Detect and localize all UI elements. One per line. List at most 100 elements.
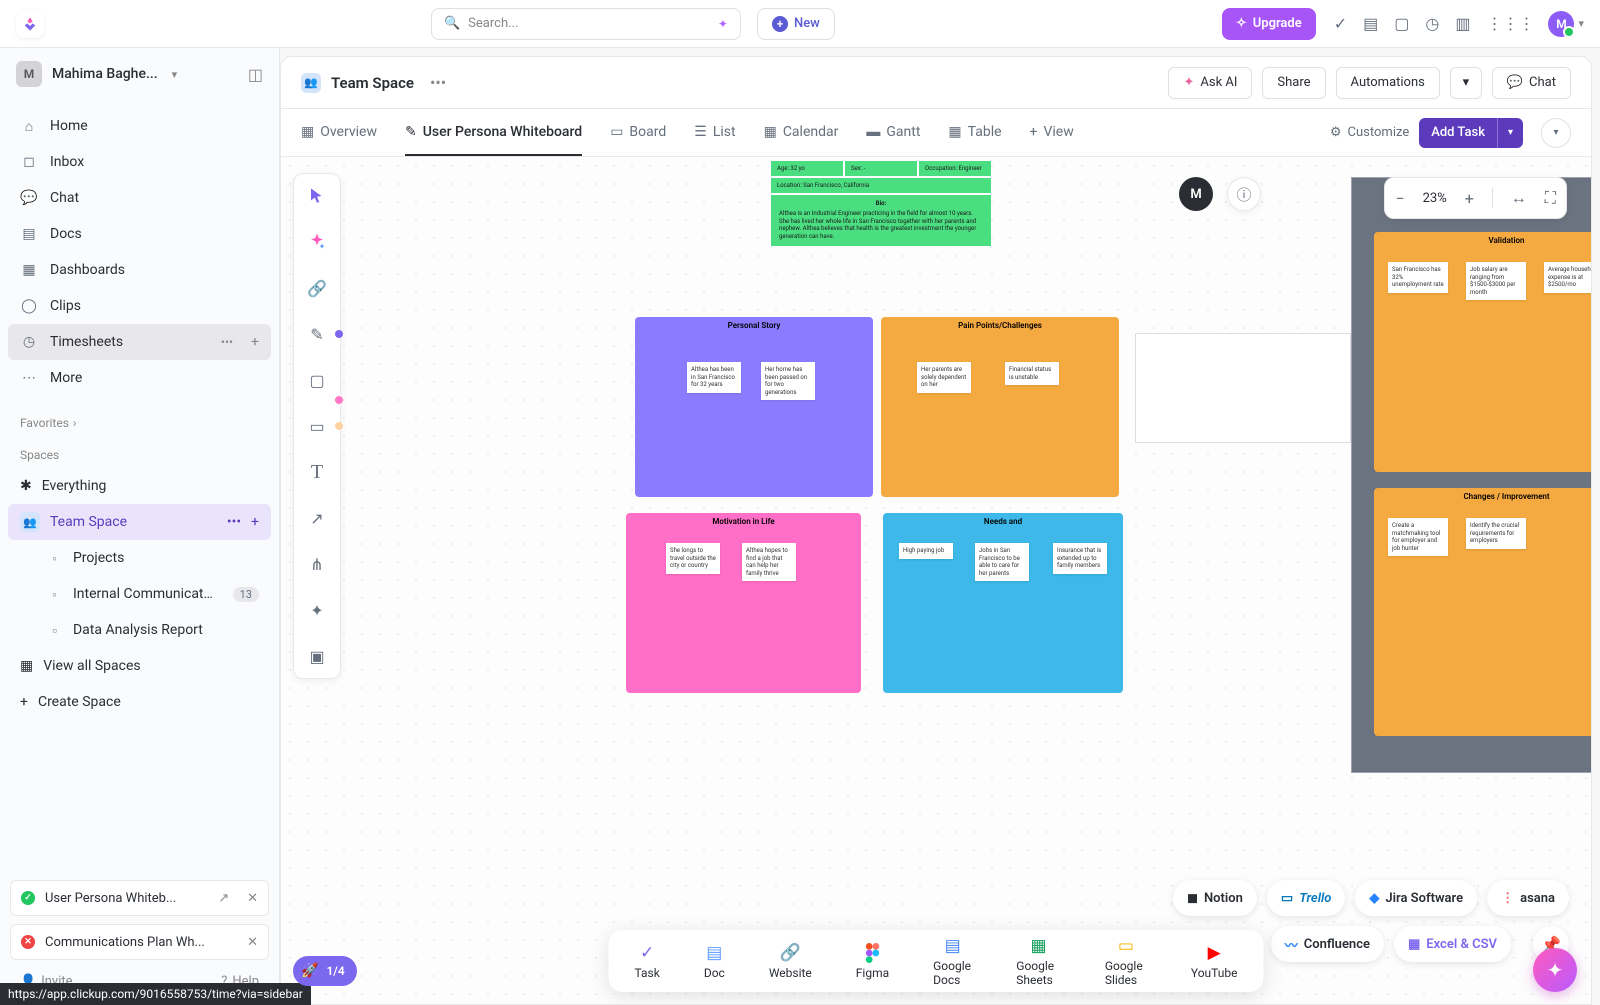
customize-button[interactable]: ⚙Customize <box>1330 125 1409 140</box>
app-logo[interactable] <box>16 10 44 38</box>
effects-tool[interactable]: ✦ <box>305 598 329 622</box>
check-circle-icon[interactable]: ✓ <box>1334 14 1347 33</box>
bio-card[interactable]: Age: 32 yo Sex: - Occupation: Engineer L… <box>771 161 991 246</box>
nav-home[interactable]: ⌂Home <box>8 108 271 144</box>
sticky-note[interactable]: Her home has been passed on for two gene… <box>761 362 815 400</box>
tab-list[interactable]: ☰List <box>694 109 735 156</box>
new-button[interactable]: + New <box>757 8 835 40</box>
sticky-note[interactable]: Jobs in San Francisco to be able to care… <box>975 543 1029 581</box>
sidebar-everything[interactable]: ✱Everything <box>8 468 271 504</box>
user-avatar[interactable]: M <box>1548 11 1574 37</box>
add-task-dropdown[interactable]: ▾ <box>1497 118 1523 148</box>
dock-task[interactable]: ✓Task <box>635 943 660 980</box>
text-tool[interactable]: T <box>305 460 329 484</box>
more-icon[interactable]: ••• <box>430 73 446 92</box>
zoom-out-button[interactable]: − <box>1395 189 1404 208</box>
diagram-tool[interactable]: ⋔ <box>305 552 329 576</box>
recent-whiteboard-1[interactable]: ✓ User Persona Whiteb... ↗ ✕ <box>10 880 269 916</box>
nav-chat[interactable]: 💬Chat <box>8 180 271 216</box>
sticky-note[interactable]: Her parents are solely dependent on her <box>917 362 971 393</box>
collapse-sidebar-icon[interactable]: ◫ <box>248 65 263 84</box>
clipboard-icon[interactable]: ▤ <box>1363 14 1378 33</box>
more-icon[interactable]: ••• <box>221 335 233 349</box>
cursor-tool[interactable] <box>305 184 329 208</box>
onboarding-pill[interactable]: 🚀 1/4 <box>293 956 357 986</box>
video-icon[interactable]: ▢ <box>1394 14 1409 33</box>
ask-ai-button[interactable]: ✦Ask AI <box>1168 67 1252 99</box>
frame-pain-points[interactable]: Pain Points/Challenges Her parents are s… <box>881 317 1119 497</box>
fab-button[interactable]: ✦ <box>1533 948 1577 992</box>
dock-youtube[interactable]: ▶YouTube <box>1191 943 1238 980</box>
upgrade-button[interactable]: ✧ Upgrade <box>1222 8 1316 40</box>
sticky-note[interactable]: Financial status is unstable <box>1005 362 1059 385</box>
workspace-switcher[interactable]: M Mahima Baghe... ▾ ◫ <box>0 48 279 100</box>
dock-website[interactable]: 🔗Website <box>769 943 812 980</box>
sidebar-internal-comm[interactable]: ◦Internal Communicati...13 <box>8 576 271 612</box>
sticky-note[interactable]: Identify the crucial requirements for em… <box>1466 518 1526 549</box>
share-button[interactable]: Share <box>1262 67 1325 99</box>
shape-tool[interactable]: ▢ <box>305 368 329 392</box>
notepad-icon[interactable]: ▥ <box>1455 14 1470 33</box>
integration-confluence[interactable]: 〰Confluence <box>1271 926 1384 962</box>
nav-docs[interactable]: ▤Docs <box>8 216 271 252</box>
ai-tool[interactable] <box>305 230 329 254</box>
dock-gsheets[interactable]: ▦Google Sheets <box>1016 936 1061 987</box>
integration-asana[interactable]: ⋮asana <box>1487 880 1569 916</box>
integration-excel[interactable]: ▦Excel & CSV <box>1394 926 1511 962</box>
sidebar-projects[interactable]: ◦Projects <box>8 540 271 576</box>
nav-clips[interactable]: ◯Clips <box>8 288 271 324</box>
tab-whiteboard[interactable]: ✎User Persona Whiteboard <box>405 109 582 156</box>
sidebar-create-space[interactable]: +Create Space <box>8 684 271 720</box>
fullscreen-button[interactable]: ⛶ <box>1545 188 1556 208</box>
sidebar-view-all[interactable]: ▦View all Spaces <box>8 648 271 684</box>
sticky-note[interactable]: High paying job <box>899 543 953 559</box>
sticky-note[interactable]: She longs to travel outside the city or … <box>666 543 720 574</box>
more-button[interactable]: ▾ <box>1541 118 1571 148</box>
integration-notion[interactable]: ◼Notion <box>1173 880 1257 916</box>
dock-gslides[interactable]: ▭Google Slides <box>1105 936 1147 987</box>
link-tool[interactable]: 🔗 <box>305 276 329 300</box>
automations-button[interactable]: Automations <box>1336 67 1440 99</box>
ai-sparkle-icon[interactable]: ✦ <box>718 17 728 31</box>
frame-motivation[interactable]: Motivation in Life She longs to travel o… <box>626 513 861 693</box>
nav-more[interactable]: ⋯More <box>8 360 271 396</box>
frame-changes[interactable]: Changes / Improvement Create a matchmaki… <box>1374 488 1591 736</box>
info-button[interactable]: ⓘ <box>1227 177 1261 211</box>
nav-dashboards[interactable]: ▦Dashboards <box>8 252 271 288</box>
empty-shape[interactable] <box>1135 333 1351 443</box>
open-external-icon[interactable]: ↗ <box>218 891 229 906</box>
recent-whiteboard-2[interactable]: ✕ Communications Plan Wh... ✕ <box>10 924 269 960</box>
tab-gantt[interactable]: ▬Gantt <box>866 109 920 156</box>
integration-jira[interactable]: ◆Jira Software <box>1355 880 1477 916</box>
more-icon[interactable]: ••• <box>227 514 241 530</box>
chevron-down-icon[interactable]: ▾ <box>1578 17 1584 30</box>
sticky-note[interactable]: Althea has been in San Francisco for 32 … <box>687 362 741 393</box>
chat-button[interactable]: 💬Chat <box>1492 67 1571 99</box>
favorites-label[interactable]: Favorites › <box>0 404 279 436</box>
sticky-note[interactable]: Average household expense is at $2500/mo <box>1544 262 1591 293</box>
close-icon[interactable]: ✕ <box>247 935 258 950</box>
sticky-note[interactable]: Althea hopes to find a job that can help… <box>742 543 796 581</box>
tab-board[interactable]: ▭Board <box>610 109 666 156</box>
whiteboard-canvas[interactable]: 🔗 ✎ ▢ ▭ T ↗ ⋔ ✦ ▣ Age: 32 yo Sex: - Occu… <box>281 157 1591 1004</box>
tab-calendar[interactable]: ▦Calendar <box>764 109 839 156</box>
sidebar-data-report[interactable]: ▫Data Analysis Report <box>8 612 271 648</box>
pen-tool[interactable]: ✎ <box>305 322 329 346</box>
automations-dropdown[interactable]: ▾ <box>1450 67 1482 99</box>
tab-add-view[interactable]: +View <box>1030 109 1074 156</box>
fit-width-button[interactable]: ↔ <box>1511 188 1527 208</box>
nav-inbox[interactable]: ◻Inbox <box>8 144 271 180</box>
zoom-level[interactable]: 23% <box>1423 191 1447 206</box>
dock-doc[interactable]: ▤Doc <box>704 943 725 980</box>
integration-trello[interactable]: ▭Trello <box>1267 880 1346 916</box>
plus-icon[interactable]: + <box>251 514 259 530</box>
connector-tool[interactable]: ↗ <box>305 506 329 530</box>
sticky-note[interactable]: Insurance that is extended up to family … <box>1053 543 1107 574</box>
tab-table[interactable]: ▦Table <box>948 109 1001 156</box>
search-input[interactable]: 🔍 Search... ✦ <box>431 8 741 40</box>
frame-validation[interactable]: Validation San Francisco has 32% unemplo… <box>1374 232 1591 472</box>
right-panel[interactable]: Validation San Francisco has 32% unemplo… <box>1351 177 1591 773</box>
plus-icon[interactable]: + <box>251 334 259 350</box>
collaborator-avatar[interactable]: M <box>1179 177 1213 211</box>
clock-icon[interactable]: ◷ <box>1425 14 1439 33</box>
